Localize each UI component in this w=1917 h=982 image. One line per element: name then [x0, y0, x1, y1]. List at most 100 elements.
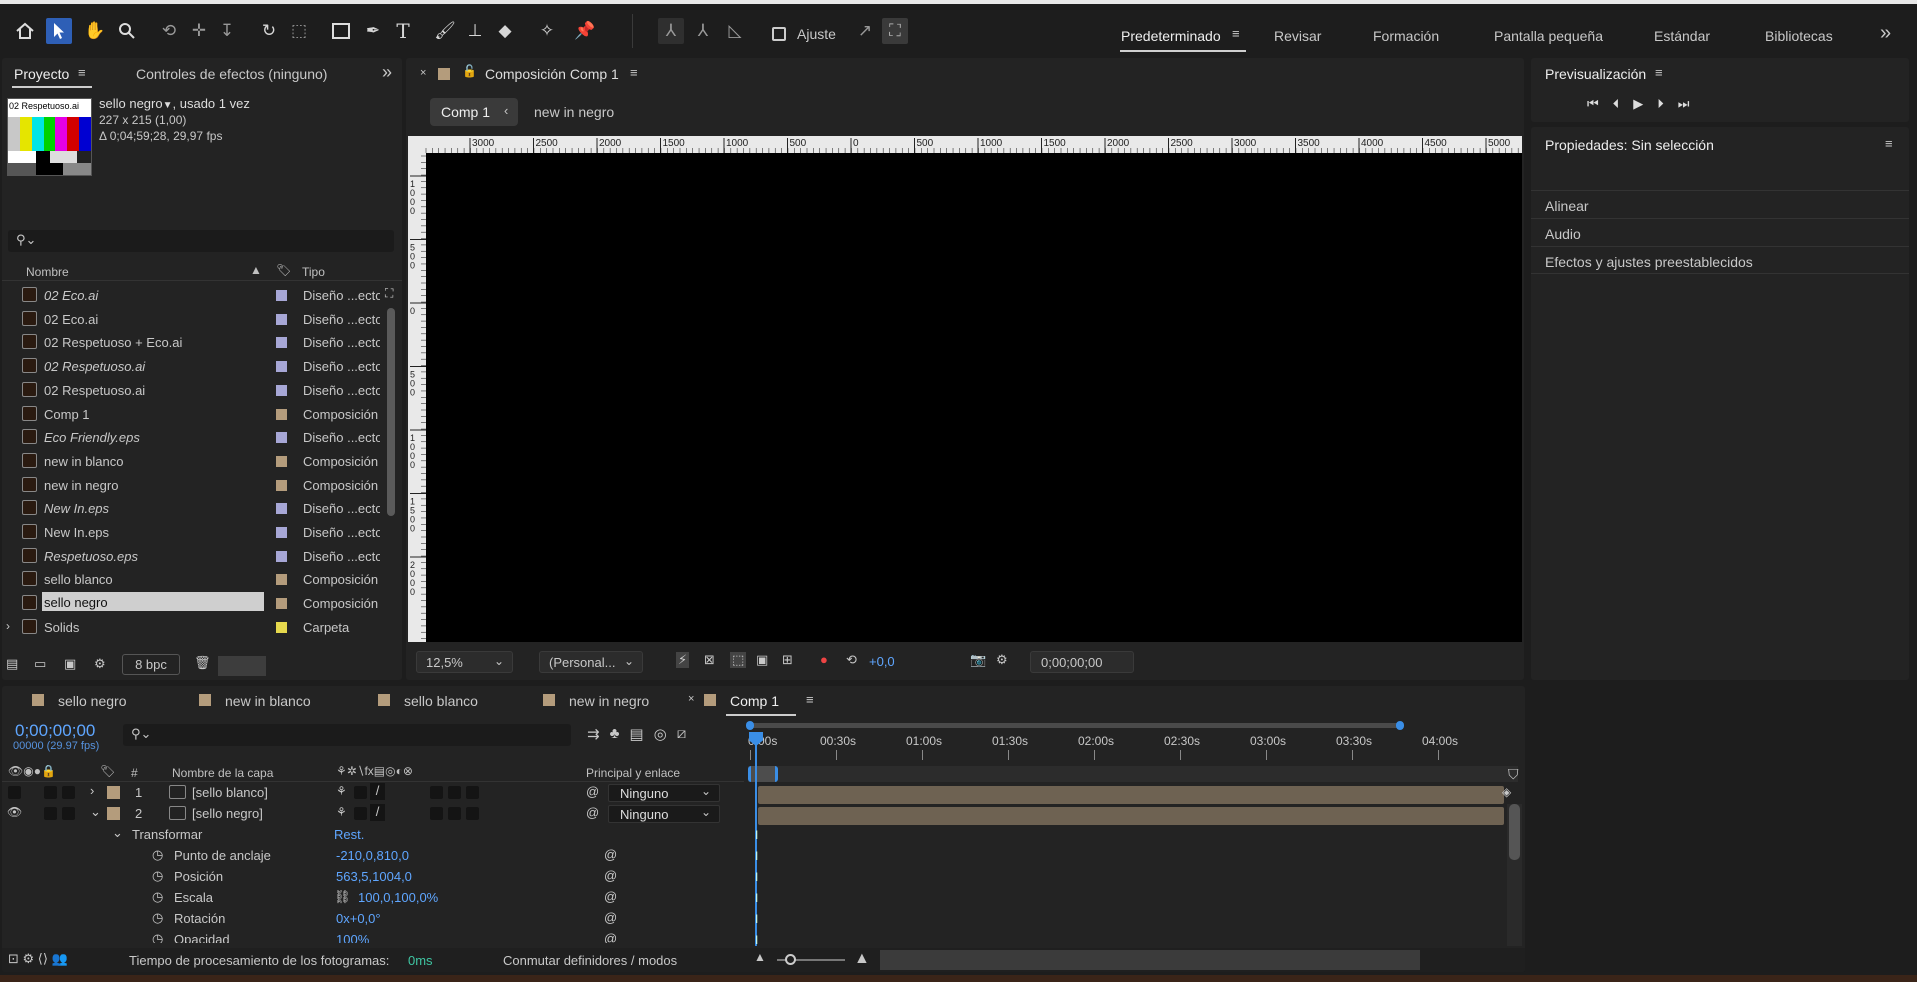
dolly-icon[interactable]: ↧	[214, 18, 240, 44]
snap-checkbox[interactable]	[772, 27, 786, 41]
navigator-end-handle[interactable]	[1396, 721, 1404, 730]
home-icon[interactable]	[12, 18, 38, 44]
time-ruler[interactable]: 0:00s 00:30s 01:00s 01:30s 02:00s 02:30s 03:00…	[748, 732, 1518, 762]
switch-box[interactable]	[62, 807, 75, 820]
switch-box[interactable]	[354, 807, 367, 820]
col-name-header[interactable]: Nombre	[26, 265, 69, 279]
type-icon[interactable]: T	[390, 18, 416, 44]
transform-property-row[interactable]: ◷ Escala ⛓ 100,0,100,0% @	[2, 888, 744, 908]
preview-menu-icon[interactable]: ≡	[1655, 65, 1663, 80]
keyframe-marker-icon[interactable]: I	[755, 828, 758, 842]
work-area-bar[interactable]	[748, 766, 1518, 782]
project-tab[interactable]: Proyecto	[14, 66, 69, 82]
visibility-eye-icon[interactable]: 👁	[7, 805, 22, 819]
layer-row[interactable]: › 1 [sello blanco] ⚘ / @ Ninguno ⌄	[2, 783, 744, 803]
switch-box[interactable]	[8, 786, 21, 799]
project-list-item[interactable]: New In.eps Diseño ...ecto	[2, 497, 380, 520]
col-type-header[interactable]: Tipo	[302, 265, 325, 279]
snapshot-icon[interactable]: 📷	[970, 652, 986, 668]
label-swatch[interactable]	[276, 361, 287, 373]
layer-bar-1[interactable]	[758, 786, 1504, 804]
effects-controls-tab[interactable]: Controles de efectos (ninguno)	[136, 66, 327, 82]
comp-menu-icon[interactable]: ≡	[630, 65, 638, 80]
collapse-transform-icon[interactable]: ⚘	[336, 805, 347, 819]
keyframe-marker-icon[interactable]: I	[755, 849, 758, 863]
pick-whip-icon[interactable]: @	[586, 805, 599, 820]
expression-spiral-icon[interactable]: @	[604, 889, 617, 904]
label-swatch[interactable]	[276, 574, 287, 586]
lock-icon[interactable]: 🔓	[462, 64, 477, 78]
timeline-horizontal-scroll[interactable]	[880, 950, 1420, 970]
adjust-project-icon[interactable]: ⚙	[94, 656, 106, 672]
viewer-timecode[interactable]: 0;00;00;00	[1030, 651, 1134, 673]
project-list-item[interactable]: 02 Eco.ai Diseño ...ecto	[2, 308, 380, 331]
layer-out-point-icon[interactable]: ◈	[1502, 785, 1511, 799]
transform-property-row[interactable]: ◷ Opacidad 100% @	[2, 930, 744, 943]
switch-box[interactable]	[354, 786, 367, 799]
parent-dropdown[interactable]: Ninguno ⌄	[608, 784, 720, 802]
track-icon[interactable]: ⬚	[286, 18, 312, 44]
zoom-dropdown[interactable]: 12,5% ⌄	[416, 651, 513, 673]
label-swatch[interactable]	[276, 408, 287, 420]
roto-brush-icon[interactable]: ✧	[534, 18, 560, 44]
resolution-dropdown[interactable]: (Personal... ⌄	[539, 651, 643, 673]
expression-spiral-icon[interactable]: @	[604, 868, 617, 883]
project-menu-icon[interactable]: ≡	[78, 65, 86, 80]
effects-presets-section[interactable]: Efectos y ajustes preestablecidos	[1531, 246, 1909, 274]
motion-blur-icon[interactable]: ◎	[654, 725, 667, 743]
comp-marker-icon[interactable]: ⛉	[1508, 766, 1519, 783]
project-list-item[interactable]: 02 Respetuoso + Eco.ai Diseño ...ecto	[2, 331, 380, 354]
switch-box[interactable]	[62, 786, 75, 799]
transform-property-row[interactable]: ◷ Rotación 0x+0,0° @	[2, 909, 744, 929]
brush-icon[interactable]: 🖌	[432, 18, 458, 44]
switch-box[interactable]	[430, 786, 443, 799]
orbit-icon[interactable]: ⟲	[156, 18, 182, 44]
rotate-icon[interactable]: ↻	[256, 18, 282, 44]
work-area-start[interactable]	[748, 766, 778, 782]
workspace-estandar[interactable]: Estándar	[1654, 28, 1710, 44]
layer-name[interactable]: [sello blanco]	[192, 785, 268, 800]
timeline-search-input[interactable]: ⚲⌄	[123, 724, 571, 746]
last-frame-icon[interactable]: ⏭	[1678, 96, 1690, 112]
collapse-transform-icon[interactable]: ⚘	[336, 784, 347, 798]
switch-box[interactable]	[430, 807, 443, 820]
quality-icon[interactable]: /	[370, 783, 385, 800]
pen-icon[interactable]: ✒	[360, 18, 386, 44]
grid-guides-icon[interactable]: ⊞	[782, 652, 793, 668]
puppet-pin-icon[interactable]: 📌	[572, 18, 598, 44]
switch-box[interactable]	[44, 786, 57, 799]
workspace-revisar[interactable]: Revisar	[1274, 28, 1321, 44]
panel-expand-icon[interactable]: »	[382, 62, 392, 83]
show-snapshot-icon[interactable]: ⚙	[996, 652, 1008, 668]
timeline-zoom-slider[interactable]	[777, 954, 845, 965]
workspace-more-icon[interactable]: »	[1880, 22, 1891, 45]
switch-box[interactable]	[448, 807, 461, 820]
zoom-out-icon[interactable]: ▲	[754, 950, 766, 964]
workspace-formacion[interactable]: Formación	[1373, 28, 1439, 44]
tab-menu-icon[interactable]: ≡	[806, 692, 814, 707]
property-value[interactable]: 100,0,100,0%	[358, 890, 438, 905]
stopwatch-icon[interactable]: ◷	[152, 868, 163, 884]
constrain-proportions-icon[interactable]: ⛓	[334, 889, 351, 905]
project-list-item[interactable]: 02 Respetuoso.ai Diseño ...ecto	[2, 379, 380, 402]
scroll-thumb[interactable]	[387, 308, 395, 516]
label-swatch[interactable]	[276, 598, 287, 610]
time-navigator[interactable]	[746, 721, 1404, 730]
stopwatch-icon[interactable]: ◷	[152, 910, 163, 926]
property-value[interactable]: -210,0,810,0	[336, 848, 409, 863]
stopwatch-icon[interactable]: ◷	[152, 847, 163, 863]
project-list-item[interactable]: › Solids Carpeta	[2, 616, 380, 639]
breadcrumb-next[interactable]: new in negro	[534, 104, 614, 120]
shy-layers-icon[interactable]: ♣	[610, 725, 620, 743]
audio-section[interactable]: Audio	[1531, 218, 1909, 246]
label-swatch[interactable]	[276, 432, 287, 444]
label-swatch[interactable]	[276, 313, 287, 325]
project-list-item[interactable]: New In.eps Diseño ...ecto	[2, 521, 380, 544]
mask-visibility-icon[interactable]: ⬚	[730, 652, 747, 668]
comp-tab-title[interactable]: Composición Comp 1	[485, 66, 619, 82]
bpc-button[interactable]: 8 bpc	[122, 654, 180, 675]
region-of-interest-icon[interactable]: ▣	[756, 652, 768, 668]
parent-dropdown[interactable]: Ninguno ⌄	[608, 805, 720, 823]
label-swatch[interactable]	[276, 384, 287, 396]
expression-spiral-icon[interactable]: @	[604, 931, 617, 943]
